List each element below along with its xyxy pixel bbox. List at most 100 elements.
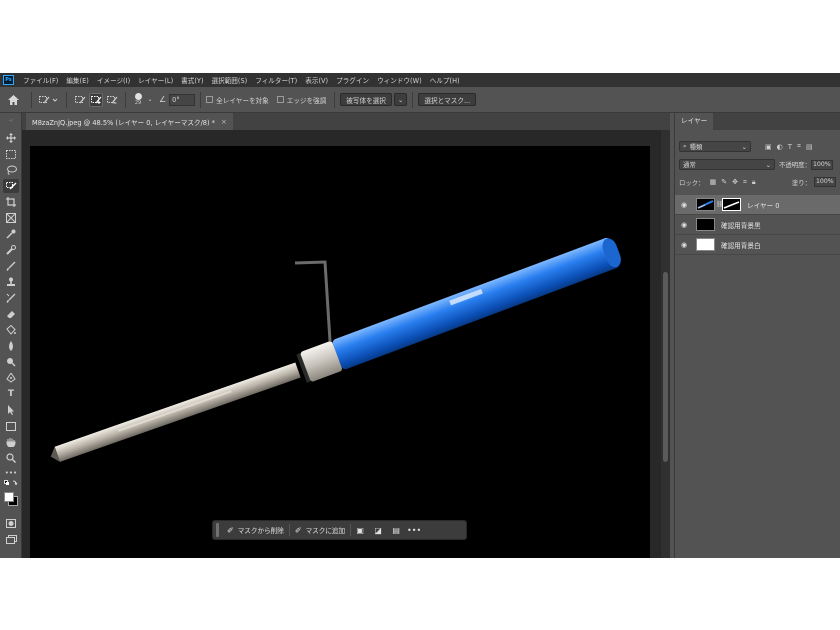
eraser-tool-icon[interactable] bbox=[3, 307, 19, 321]
menu-layer[interactable]: レイヤー(L) bbox=[134, 75, 177, 85]
drag-handle[interactable] bbox=[216, 523, 219, 537]
lasso-tool-icon[interactable] bbox=[3, 163, 19, 177]
more-options-icon[interactable]: ••• bbox=[405, 523, 423, 537]
brush-size-picker[interactable]: 29 bbox=[131, 93, 145, 106]
frame-tool-icon[interactable] bbox=[3, 211, 19, 225]
lock-transparent-pixels-icon[interactable]: ▦ bbox=[710, 178, 717, 186]
filter-smart-object-icon[interactable]: ▤ bbox=[806, 143, 813, 151]
screen-mode-icon[interactable] bbox=[3, 532, 19, 546]
filter-kind-value: 種類 bbox=[689, 143, 703, 151]
menu-help[interactable]: ヘルプ(H) bbox=[426, 75, 464, 85]
lock-artboard-icon[interactable]: ⌗ bbox=[743, 178, 747, 187]
layer-row[interactable]: ◉ 確認用背景黒 bbox=[675, 215, 840, 235]
marquee-tool-icon[interactable] bbox=[3, 147, 19, 161]
layer-mask-thumbnail[interactable] bbox=[722, 198, 741, 211]
add-to-selection-mode-icon[interactable] bbox=[89, 92, 103, 107]
new-selection-mode-icon[interactable] bbox=[73, 93, 87, 107]
filter-type-icon[interactable]: T bbox=[788, 143, 792, 151]
subtract-from-selection-mode-icon[interactable] bbox=[105, 93, 119, 107]
lock-position-icon[interactable]: ✥ bbox=[732, 178, 738, 186]
hand-tool-icon[interactable] bbox=[3, 435, 19, 449]
brush-tool-icon[interactable] bbox=[3, 259, 19, 273]
document-canvas[interactable] bbox=[30, 146, 650, 558]
quick-mask-icon[interactable] bbox=[3, 516, 19, 530]
add-to-mask-button[interactable]: ✐ マスクに追加 bbox=[290, 523, 350, 537]
pen-tool-icon[interactable] bbox=[3, 371, 19, 385]
fill-input[interactable]: 100% bbox=[814, 177, 836, 187]
type-tool-icon[interactable]: T bbox=[3, 387, 19, 401]
blend-mode-dropdown[interactable]: 通常 ⌄ bbox=[679, 159, 775, 170]
menu-select[interactable]: 選択範囲(S) bbox=[208, 75, 252, 85]
vertical-scrollbar[interactable] bbox=[661, 130, 670, 558]
filter-pixel-icon[interactable]: ▣ bbox=[765, 143, 772, 151]
visibility-eye-icon[interactable]: ◉ bbox=[675, 201, 693, 209]
layer-row[interactable]: ◉ ⛓ レイヤー 0 bbox=[675, 195, 840, 215]
close-icon[interactable]: × bbox=[221, 118, 227, 126]
options-bar: 29 ⌄ ∠ 0° 全レイヤーを対象 エッジを強調 被写体を選択 ⌄ 選択とマス… bbox=[0, 87, 840, 113]
menu-filter[interactable]: フィルター(T) bbox=[251, 75, 301, 85]
visibility-eye-icon[interactable]: ◉ bbox=[675, 221, 693, 229]
lock-all-icon[interactable]: 🔒︎ bbox=[752, 178, 756, 187]
mask-settings-icon[interactable]: ▣ bbox=[351, 523, 369, 537]
menu-plugins[interactable]: プラグイン bbox=[332, 75, 373, 85]
move-tool-icon[interactable] bbox=[3, 131, 19, 145]
link-chain-icon[interactable]: ⛓ bbox=[716, 201, 724, 208]
fill-mask-icon[interactable]: ▤ bbox=[387, 523, 405, 537]
subtract-from-mask-button[interactable]: ✐ マスクから削除 bbox=[222, 523, 289, 537]
clone-stamp-tool-icon[interactable] bbox=[3, 275, 19, 289]
opacity-input[interactable]: 100% bbox=[810, 159, 833, 170]
scrollbar-thumb[interactable] bbox=[663, 272, 668, 462]
photoshop-logo: Ps bbox=[3, 75, 14, 85]
history-brush-tool-icon[interactable] bbox=[3, 291, 19, 305]
chevron-down-icon: ⌄ bbox=[765, 160, 771, 169]
menu-window[interactable]: ウィンドウ(W) bbox=[373, 75, 426, 85]
select-and-mask-button[interactable]: 選択とマスク... bbox=[418, 93, 477, 106]
document-tab[interactable]: M8zaZnJQ.jpeg @ 48.5% (レイヤー 0, レイヤーマスク/8… bbox=[26, 113, 233, 130]
lock-label: ロック： bbox=[679, 178, 705, 187]
blur-tool-icon[interactable] bbox=[3, 339, 19, 353]
crop-tool-icon[interactable] bbox=[3, 195, 19, 209]
menu-view[interactable]: 表示(V) bbox=[301, 75, 332, 85]
visibility-eye-icon[interactable]: ◉ bbox=[675, 241, 693, 249]
filter-kind-dropdown[interactable]: ⌕ 種類 ⌄ bbox=[679, 141, 751, 152]
more-tools-icon[interactable]: ••• bbox=[3, 466, 19, 480]
select-subject-dropdown[interactable]: ⌄ bbox=[393, 93, 408, 106]
menu-image[interactable]: イメージ(I) bbox=[93, 75, 134, 85]
color-swatches[interactable] bbox=[3, 491, 19, 507]
add-to-mask-label: マスクに追加 bbox=[305, 527, 346, 535]
angle-input[interactable]: 0° bbox=[169, 93, 196, 106]
filter-shape-icon[interactable]: ⌗ bbox=[797, 142, 801, 151]
sample-all-layers-checkbox[interactable]: 全レイヤーを対象 bbox=[206, 95, 269, 105]
quick-selection-tool-icon[interactable] bbox=[3, 179, 19, 193]
menu-bar: Ps ファイル(F) 編集(E) イメージ(I) レイヤー(L) 書式(Y) 選… bbox=[0, 73, 840, 87]
menu-file[interactable]: ファイル(F) bbox=[19, 75, 62, 85]
foreground-color-swatch[interactable] bbox=[4, 492, 14, 502]
lock-image-pixels-icon[interactable]: ✎ bbox=[721, 178, 727, 186]
tab-layers[interactable]: レイヤー bbox=[675, 113, 714, 130]
path-selection-tool-icon[interactable] bbox=[3, 403, 19, 417]
eyedropper-tool-icon[interactable] bbox=[3, 227, 19, 241]
enhance-edge-checkbox[interactable]: エッジを強調 bbox=[276, 95, 326, 105]
select-subject-button[interactable]: 被写体を選択 bbox=[340, 93, 392, 106]
checkbox-box bbox=[206, 96, 214, 103]
filter-adjustment-icon[interactable]: ◐ bbox=[777, 143, 783, 151]
brush-size-value: 29 bbox=[134, 100, 142, 106]
invert-mask-icon[interactable]: ◪ bbox=[369, 523, 387, 537]
spot-healing-tool-icon[interactable] bbox=[3, 243, 19, 257]
menu-type[interactable]: 書式(Y) bbox=[177, 75, 207, 85]
rectangle-tool-icon[interactable] bbox=[3, 419, 19, 433]
layer-thumbnail bbox=[696, 198, 715, 211]
chevron-down-icon[interactable]: ⌄ bbox=[145, 93, 155, 107]
home-icon[interactable] bbox=[0, 93, 26, 107]
fill-label: 塗り： bbox=[791, 178, 811, 187]
collapse-toolbar-icon[interactable]: ‹‹ bbox=[3, 114, 19, 128]
zoom-tool-icon[interactable] bbox=[3, 451, 19, 465]
layer-row[interactable]: ◉ 確認用背景白 bbox=[675, 235, 840, 255]
dodge-tool-icon[interactable] bbox=[3, 355, 19, 369]
default-colors-icon[interactable] bbox=[3, 480, 19, 488]
menu-edit[interactable]: 編集(E) bbox=[62, 75, 93, 85]
tool-preset-picker[interactable] bbox=[37, 93, 61, 107]
layer-thumbnail bbox=[696, 218, 715, 231]
brush-plus-icon: ✐ bbox=[294, 525, 302, 535]
paint-bucket-tool-icon[interactable] bbox=[3, 323, 19, 337]
